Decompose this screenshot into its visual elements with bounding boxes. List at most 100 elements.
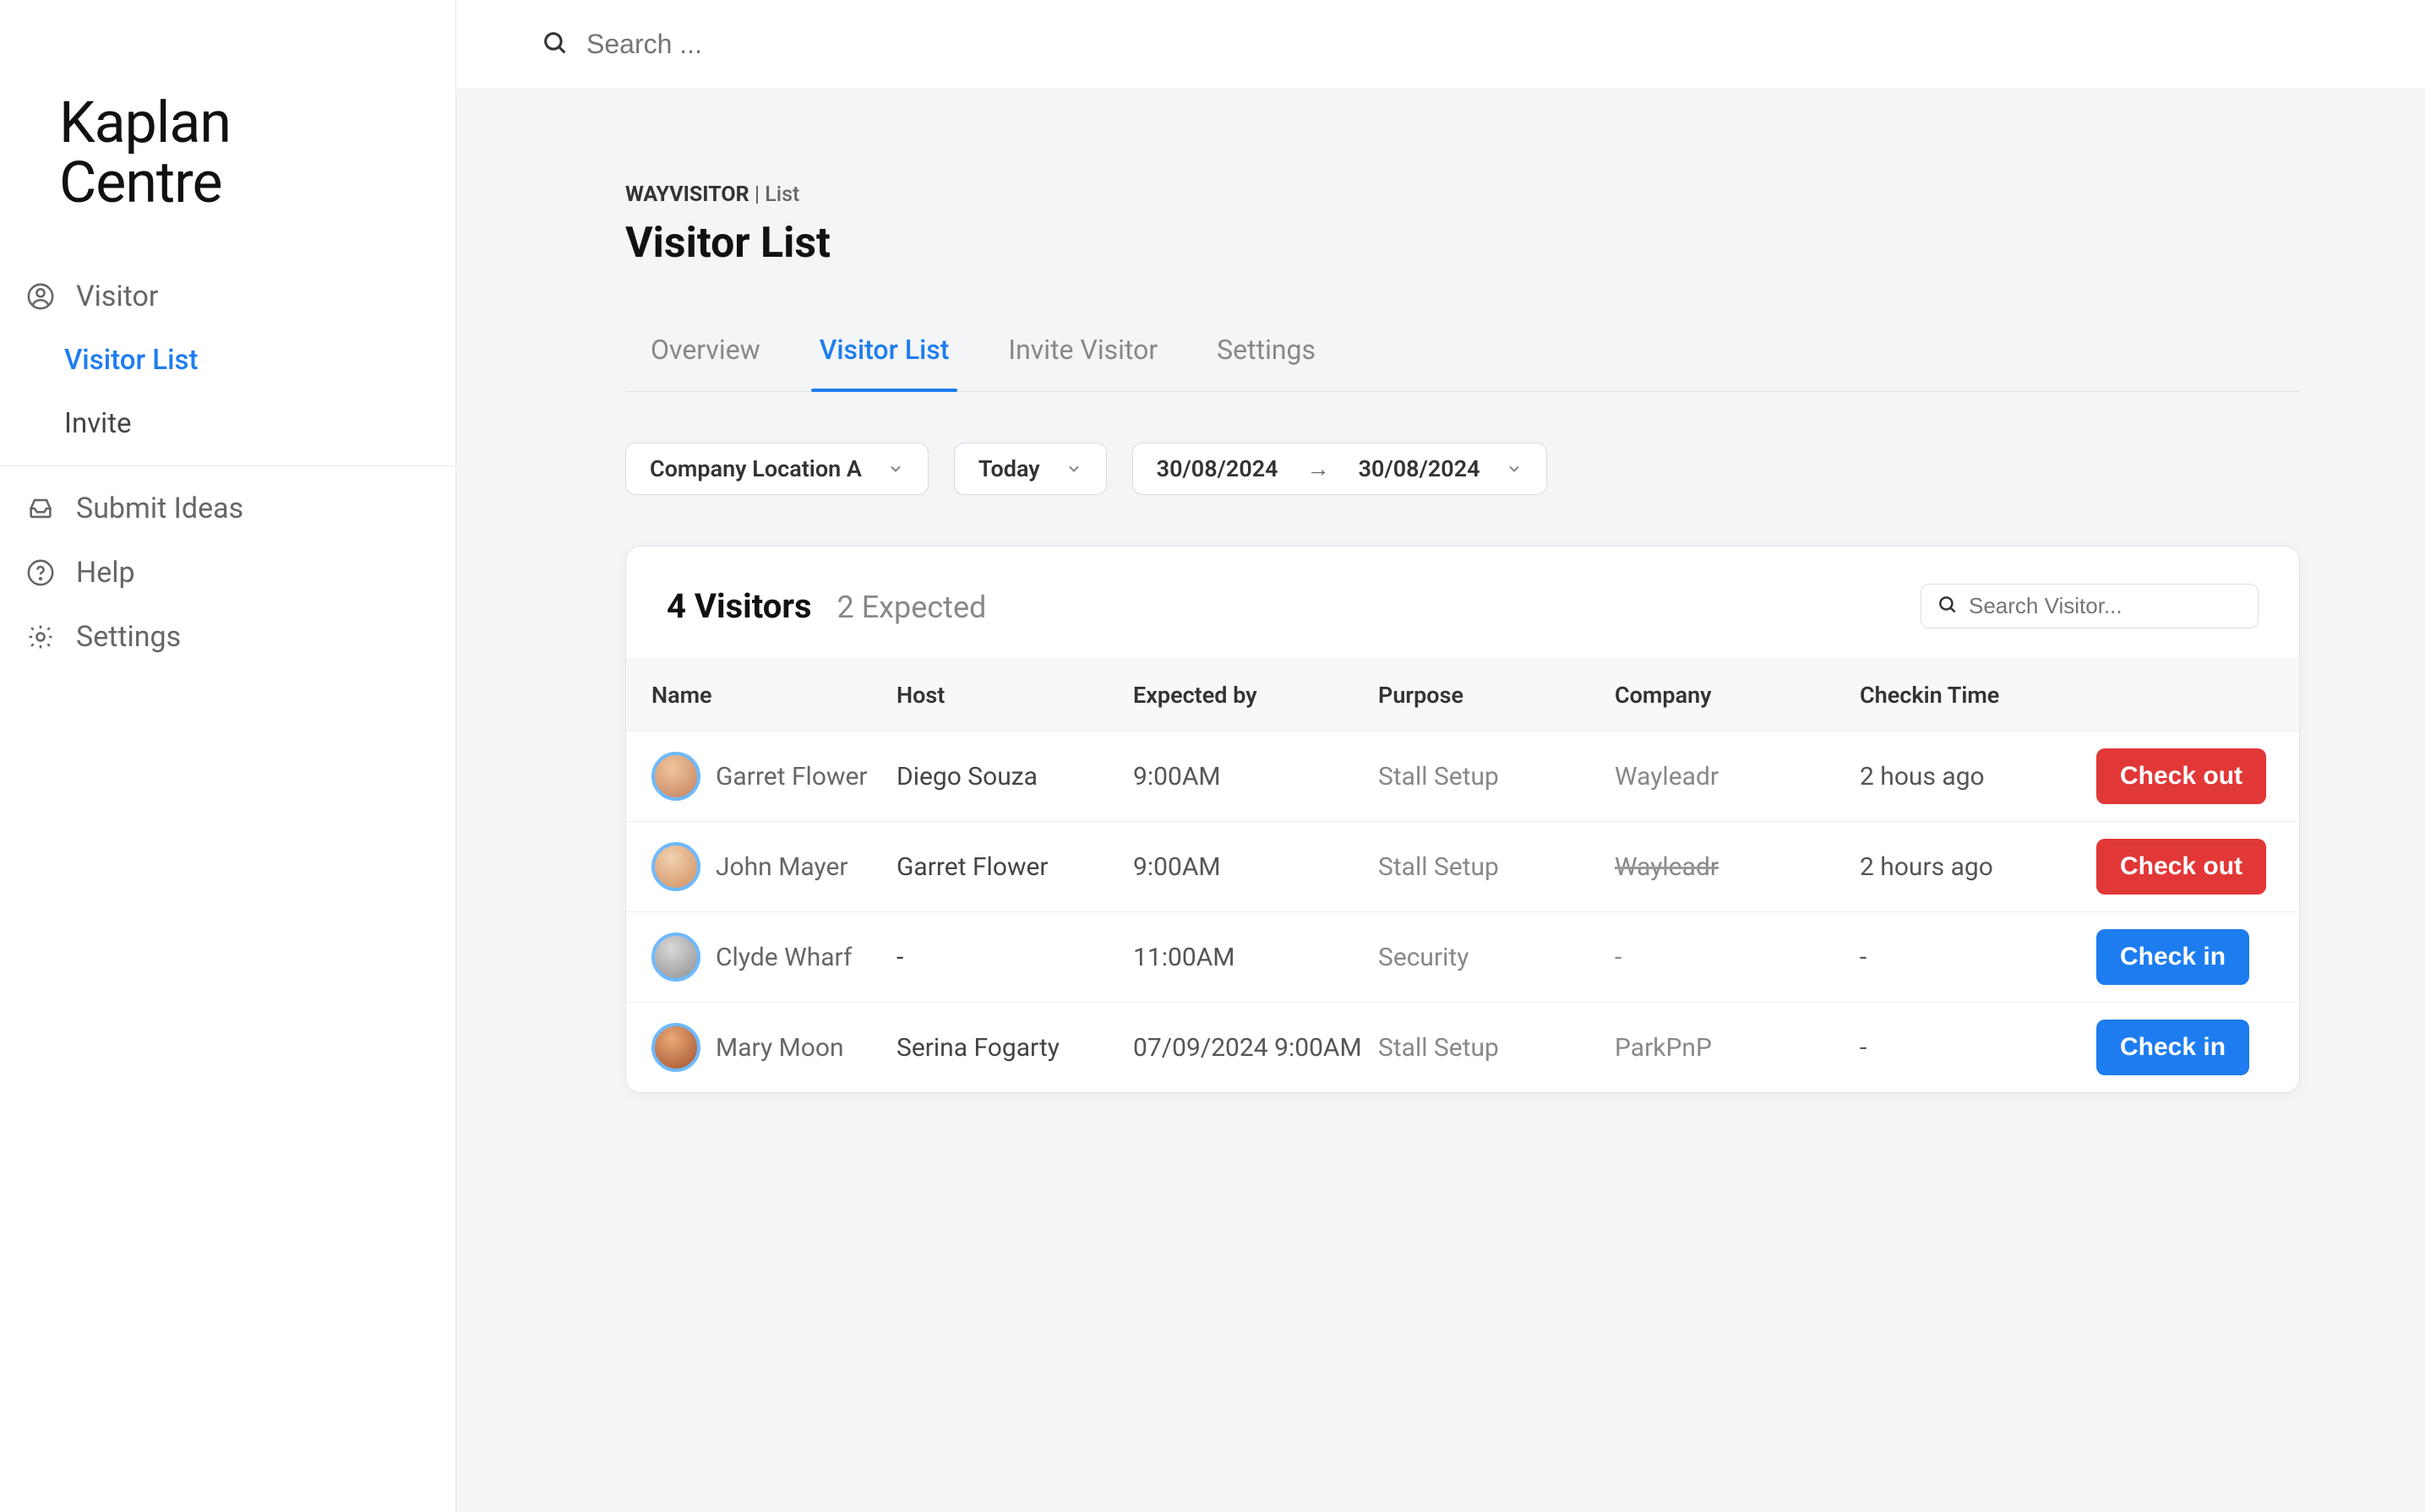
cell-checkin: 2 hours ago xyxy=(1860,852,2096,882)
content: WAYVISITOR | List Visitor List Overview … xyxy=(456,90,2425,1512)
sidebar-item-label: Visitor xyxy=(76,280,158,313)
cell-action: Check in xyxy=(2096,1020,2299,1075)
col-host: Host xyxy=(896,682,1133,709)
cell-company: - xyxy=(1615,943,1860,972)
col-checkin-time: Checkin Time xyxy=(1860,682,2096,709)
gear-icon xyxy=(25,622,56,652)
inbox-icon xyxy=(25,493,56,524)
tab-invite-visitor[interactable]: Invite Visitor xyxy=(1008,318,1158,391)
col-company: Company xyxy=(1615,682,1860,709)
arrow-right-icon: → xyxy=(1304,455,1333,482)
cell-expected: 11:00AM xyxy=(1133,943,1378,972)
filter-period-label: Today xyxy=(978,455,1040,482)
table-row: Mary MoonSerina Fogarty07/09/2024 9:00AM… xyxy=(626,1003,2299,1092)
cell-checkin: 2 hous ago xyxy=(1860,762,2096,791)
filter-date-range[interactable]: 30/08/2024 → 30/08/2024 xyxy=(1132,443,1547,495)
table-row: Garret Flower Diego Souza9:00AMStall Setu… xyxy=(626,732,2299,822)
chevron-down-icon xyxy=(1506,460,1523,477)
tab-visitor-list[interactable]: Visitor List xyxy=(820,318,950,391)
breadcrumb-leaf: List xyxy=(765,182,799,207)
tab-settings[interactable]: Settings xyxy=(1217,318,1316,391)
visitor-search-input[interactable] xyxy=(1969,593,2252,619)
visitor-name: Garret Flower xyxy=(716,762,868,791)
filter-date-to: 30/08/2024 xyxy=(1359,455,1480,482)
tab-overview[interactable]: Overview xyxy=(651,318,760,391)
divider xyxy=(0,465,455,466)
filters: Company Location A Today 30/08/2024 → 30… xyxy=(625,443,2300,495)
brand-line2: Centre xyxy=(59,153,405,213)
cell-company: ParkPnP xyxy=(1615,1033,1860,1063)
chevron-down-icon xyxy=(887,460,904,477)
search-icon xyxy=(1937,594,1959,619)
visitors-card: 4 Visitors 2 Expected Name Hos xyxy=(625,546,2300,1093)
avatar xyxy=(651,842,700,891)
topbar xyxy=(456,0,2425,90)
sidebar-item-label: Submit Ideas xyxy=(76,492,243,525)
cell-name: Mary Moon xyxy=(651,1023,896,1072)
cell-action: Check out xyxy=(2096,748,2299,804)
help-circle-icon xyxy=(25,557,56,588)
breadcrumb: WAYVISITOR | List xyxy=(625,182,2300,207)
visitors-count: 4 Visitors xyxy=(667,586,812,626)
avatar xyxy=(651,933,700,982)
cell-name: John Mayer xyxy=(651,842,896,891)
brand-line1: Kaplan xyxy=(59,93,405,153)
avatar xyxy=(651,1023,700,1072)
avatar xyxy=(651,752,700,801)
check-out-button[interactable]: Check out xyxy=(2096,748,2266,804)
sidebar-item-label: Help xyxy=(76,556,135,590)
visitor-name: John Mayer xyxy=(716,852,848,882)
cell-host: - xyxy=(896,943,1133,972)
col-purpose: Purpose xyxy=(1378,682,1615,709)
cell-purpose: Stall Setup xyxy=(1378,762,1615,791)
visitor-search[interactable] xyxy=(1921,584,2259,628)
cell-company: Wayleadr xyxy=(1615,852,1860,882)
sidebar-item-invite[interactable]: Invite xyxy=(0,392,455,455)
filter-date-from: 30/08/2024 xyxy=(1157,455,1278,482)
filter-location[interactable]: Company Location A xyxy=(625,443,929,495)
card-header: 4 Visitors 2 Expected xyxy=(626,547,2299,659)
col-expected-by: Expected by xyxy=(1133,682,1378,709)
visitor-name: Mary Moon xyxy=(716,1033,844,1063)
sidebar-item-settings[interactable]: Settings xyxy=(0,605,455,669)
cell-expected: 07/09/2024 9:00AM xyxy=(1133,1033,1378,1063)
cell-action: Check in xyxy=(2096,929,2299,985)
filter-period[interactable]: Today xyxy=(954,443,1107,495)
cell-company: Wayleadr xyxy=(1615,762,1860,791)
breadcrumb-root: WAYVISITOR xyxy=(625,182,749,207)
cell-checkin: - xyxy=(1860,1033,2096,1063)
breadcrumb-sep: | xyxy=(749,182,766,207)
sidebar-item-help[interactable]: Help xyxy=(0,541,455,605)
main: WAYVISITOR | List Visitor List Overview … xyxy=(456,0,2425,1512)
table-header: Name Host Expected by Purpose Company Ch… xyxy=(626,659,2299,732)
sidebar-item-visitor[interactable]: Visitor xyxy=(0,264,455,329)
table-body: Garret FlowerDiego Souza9:00AMStall Setu… xyxy=(626,732,2299,1092)
check-in-button[interactable]: Check in xyxy=(2096,929,2249,985)
check-out-button[interactable]: Check out xyxy=(2096,839,2266,895)
cell-name: Garret Flower xyxy=(651,752,896,801)
sidebar-item-label: Visitor List xyxy=(64,344,199,377)
global-search-input[interactable] xyxy=(586,29,2384,60)
search-icon xyxy=(541,29,569,61)
tabs: Overview Visitor List Invite Visitor Set… xyxy=(625,318,2300,392)
sidebar-item-label: Settings xyxy=(76,620,181,654)
counts: 4 Visitors 2 Expected xyxy=(667,586,986,626)
cell-purpose: Stall Setup xyxy=(1378,852,1615,882)
cell-expected: 9:00AM xyxy=(1133,852,1378,882)
cell-expected: 9:00AM xyxy=(1133,762,1378,791)
cell-purpose: Security xyxy=(1378,943,1615,972)
expected-count: 2 Expected xyxy=(837,590,987,625)
check-in-button[interactable]: Check in xyxy=(2096,1020,2249,1075)
visitor-name: Clyde Wharf xyxy=(716,943,852,972)
cell-host: Garret Flower xyxy=(896,852,1133,882)
sidebar: Kaplan Centre Visitor Visitor List Invit… xyxy=(0,0,456,1512)
filter-location-label: Company Location A xyxy=(650,455,862,482)
user-circle-icon xyxy=(25,281,56,312)
cell-host: Diego Souza xyxy=(896,762,1133,791)
table-row: Clyde Wharf-11:00AMSecurity--Check in xyxy=(626,912,2299,1003)
cell-purpose: Stall Setup xyxy=(1378,1033,1615,1063)
col-name: Name xyxy=(651,682,896,709)
sidebar-item-submit-ideas[interactable]: Submit Ideas xyxy=(0,476,455,541)
chevron-down-icon xyxy=(1065,460,1082,477)
sidebar-item-visitor-list[interactable]: Visitor List xyxy=(0,329,455,392)
